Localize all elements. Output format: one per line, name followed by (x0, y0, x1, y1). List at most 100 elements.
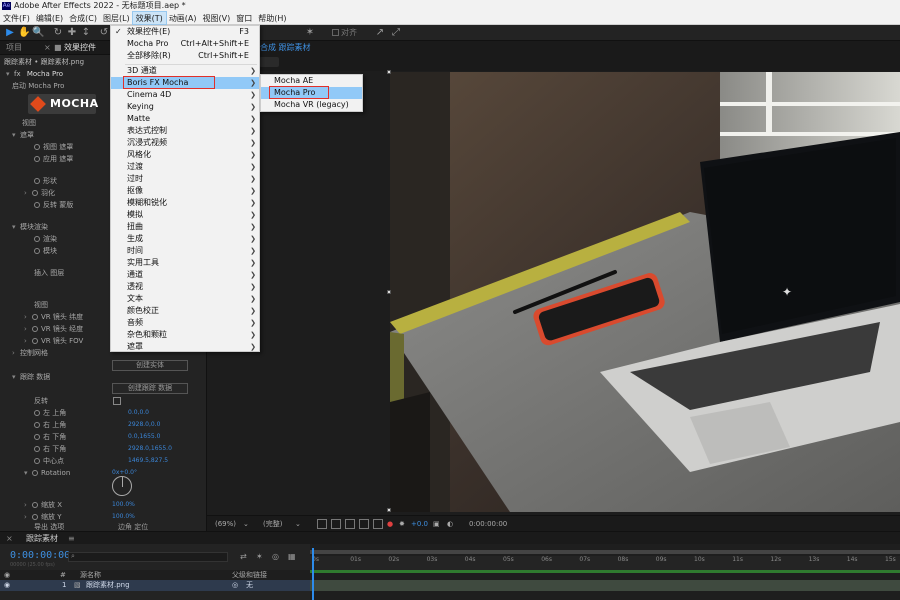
timeline-layer-row[interactable]: ◉ 1 ▧ 跟踪素材.png ◎ 无 (0, 580, 310, 591)
invert-checkbox[interactable] (113, 397, 121, 405)
row-control-grid[interactable]: › 控制网格 (12, 347, 48, 359)
comp-mini-flowchart-icon[interactable]: ⇄ (240, 552, 247, 561)
zoom-chevron-icon[interactable]: ⌄ (243, 516, 249, 532)
rotate-tool-icon[interactable]: ↺ (98, 27, 110, 39)
submenu-item-mocha-vr[interactable]: Mocha VR (legacy) (261, 99, 362, 111)
visibility-icon[interactable]: ◉ (4, 580, 10, 591)
time-ruler[interactable]: 0s 01s 02s 03s 04s 05s 06s 07s 08s 09s 10s 11s 12s 13… (310, 556, 900, 570)
pin-tool-icon[interactable]: ✶ (304, 27, 316, 39)
menu-item-distort[interactable]: 扭曲 ❯ (111, 221, 259, 233)
row-bottom-left[interactable]: 右 下角 (34, 431, 66, 443)
row-track-data[interactable]: ▾ 跟踪 数据 (12, 371, 50, 383)
comp-flowchart-pill[interactable] (259, 57, 279, 67)
work-area-bar[interactable] (310, 550, 900, 554)
motion-blur-icon[interactable]: ◎ (272, 552, 279, 561)
menu-item-matte[interactable]: Matte ❯ (111, 113, 259, 125)
transparency-grid-icon[interactable] (331, 519, 341, 529)
row-top-left[interactable]: 左 上角 (34, 407, 66, 419)
draft-3d-icon[interactable]: ✶ (256, 552, 263, 561)
menu-item-immersive-video[interactable]: 沉浸式视频 ❯ (111, 137, 259, 149)
value-top-right[interactable]: 2928.0,0.0 (128, 420, 160, 430)
fx-header[interactable]: ▾ fx Mocha Pro (6, 68, 63, 80)
menu-item-expression-controls[interactable]: 表达式控制 ❯ (111, 125, 259, 137)
zoom-select[interactable]: (69%) (215, 516, 236, 532)
menu-item-time[interactable]: 时间 ❯ (111, 245, 259, 257)
row-rotation[interactable]: ▾ Rotation (24, 467, 70, 479)
menu-item-generate[interactable]: 生成 ❯ (111, 233, 259, 245)
value-scale-x[interactable]: 100.0% (112, 500, 135, 510)
menu-item-mask[interactable]: 遮罩 ❯ (111, 341, 259, 353)
create-solid-button[interactable]: 创建实体 (112, 360, 188, 371)
color-channel-icon[interactable]: ● (387, 516, 393, 532)
menu-item-utility[interactable]: 实用工具 ❯ (111, 257, 259, 269)
guides-icon[interactable] (359, 519, 369, 529)
row-top-right[interactable]: 右 上角 (34, 419, 66, 431)
layer-duration-bar[interactable] (310, 580, 900, 591)
menu-item-blur-sharpen[interactable]: 模糊和锐化 ❯ (111, 197, 259, 209)
handle-top-left[interactable] (387, 70, 391, 74)
playhead[interactable] (312, 548, 314, 600)
value-bottom-right[interactable]: 2928.0,1655.0 (128, 444, 172, 454)
parent-select[interactable]: 无 (246, 580, 253, 591)
snapshot-icon[interactable]: ▣ (433, 516, 440, 532)
row-invert-mask[interactable]: 反转 蒙版 (34, 199, 73, 211)
menu-item-obsolete[interactable]: 过时 ❯ (111, 173, 259, 185)
graph-editor-icon[interactable]: ▦ (288, 552, 296, 561)
handle-mid-left[interactable] (387, 290, 391, 294)
eye-icon[interactable]: ◉ (4, 570, 10, 580)
row-vr-fov[interactable]: › VR 镜头 FOV (24, 335, 83, 347)
selection-tool-icon[interactable]: ▶ (4, 27, 16, 39)
tab-composition[interactable]: 合成 跟踪素材 (260, 41, 311, 55)
tab-project[interactable]: 项目 (6, 41, 22, 55)
value-bottom-left[interactable]: 0.0,1655.0 (128, 432, 160, 442)
mocha-logo-button[interactable]: MOCHA (28, 94, 98, 114)
menu-animation[interactable]: 动画(A) (166, 12, 200, 24)
row-center[interactable]: 中心点 (34, 455, 64, 467)
resolution-chevron-icon[interactable]: ⌄ (295, 516, 301, 532)
row-feather[interactable]: › 羽化 (24, 187, 55, 199)
snap-tool-icon[interactable]: ↗ (374, 27, 386, 39)
region-of-interest-icon[interactable] (317, 519, 327, 529)
zoom-tool-icon[interactable]: 🔍 (32, 27, 44, 39)
menu-edit[interactable]: 编辑(E) (33, 12, 66, 24)
menu-item-keying[interactable]: Keying ❯ (111, 101, 259, 113)
snap-checkbox[interactable] (332, 29, 339, 36)
exposure-icon[interactable]: ✸ (399, 516, 405, 532)
close-icon[interactable]: × (44, 41, 51, 55)
menu-item-simulation[interactable]: 模拟 ❯ (111, 209, 259, 221)
row-shape[interactable]: 形状 (34, 175, 57, 187)
menu-layer[interactable]: 图层(L) (100, 12, 133, 24)
row-render[interactable]: 渲染 (34, 233, 57, 245)
tab-effect-controls[interactable]: 效果控件 (64, 41, 96, 55)
row-module[interactable]: 模块 (34, 245, 57, 257)
comp-timecode[interactable]: 0:00:00:00 (469, 516, 507, 532)
row-bottom-right[interactable]: 右 下角 (34, 443, 66, 455)
menu-item-cinema-4d[interactable]: Cinema 4D ❯ (111, 89, 259, 101)
menu-item-audio[interactable]: 音频 ❯ (111, 317, 259, 329)
menu-file[interactable]: 文件(F) (0, 12, 33, 24)
handle-bottom-left[interactable] (387, 508, 391, 512)
row-view-mask[interactable]: 视图 遮罩 (34, 141, 73, 153)
rotation-dial[interactable] (112, 476, 132, 496)
lock-icon[interactable]: ■ (54, 41, 62, 55)
menu-item-channel[interactable]: 通道 ❯ (111, 269, 259, 281)
menu-item-text[interactable]: 文本 ❯ (111, 293, 259, 305)
row-scale-x[interactable]: › 缩放 X (24, 499, 62, 511)
menu-composition[interactable]: 合成(C) (66, 12, 100, 24)
menu-item-remove-all[interactable]: 全部移除(R) Ctrl+Shift+E (111, 50, 259, 62)
menu-item-effect-controls[interactable]: ✓ 效果控件(E) F3 (111, 26, 259, 38)
exposure-value[interactable]: +0.0 (411, 516, 428, 532)
mask-visibility-icon[interactable] (345, 519, 355, 529)
orbit-tool-icon[interactable]: ↻ (52, 27, 64, 39)
menu-view[interactable]: 视图(V) (200, 12, 234, 24)
menu-item-transition[interactable]: 过渡 ❯ (111, 161, 259, 173)
show-snapshot-icon[interactable]: ◐ (447, 516, 453, 532)
value-top-left[interactable]: 0.0,0.0 (128, 408, 149, 418)
menu-item-perspective[interactable]: 透视 ❯ (111, 281, 259, 293)
timeline-timecode[interactable]: 0:00:00:00 (10, 550, 70, 561)
value-center[interactable]: 1469.5,827.5 (128, 456, 168, 466)
menu-help[interactable]: 帮助(H) (255, 12, 289, 24)
expand-icon[interactable]: ⤢ (390, 27, 402, 39)
row-vr-lon[interactable]: › VR 镜头 经度 (24, 323, 83, 335)
create-track-data-button[interactable]: 创建跟踪 数据 (112, 383, 188, 394)
